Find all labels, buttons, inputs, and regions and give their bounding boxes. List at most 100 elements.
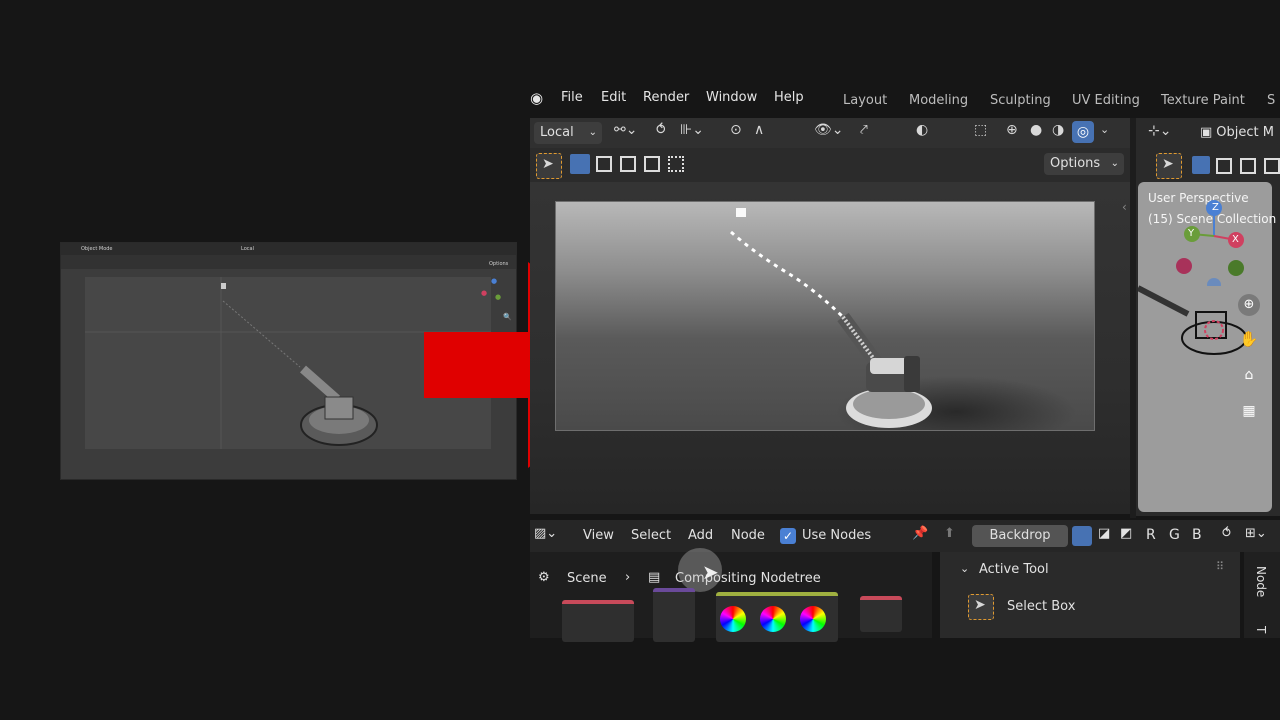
right-select-new-icon[interactable] — [1192, 156, 1210, 174]
ortho-grid-icon[interactable]: ▦ — [1238, 400, 1260, 422]
proportional-edit-icon[interactable]: ⊙ — [730, 122, 742, 138]
select-subtract-icon[interactable] — [620, 156, 636, 172]
right-select-tool-button[interactable]: ➤ — [1156, 153, 1182, 179]
secondary-3d-viewport[interactable]: User Perspective (15) Scene Collection Z… — [1138, 182, 1276, 512]
node-menu-view[interactable]: View — [583, 528, 614, 543]
color-balance-node[interactable] — [716, 592, 838, 642]
color-wheel-icon[interactable] — [800, 606, 826, 632]
right-select-extend-icon[interactable] — [1216, 158, 1232, 174]
channel-g-toggle[interactable]: G — [1169, 527, 1180, 543]
workspace-tab-modeling[interactable]: Modeling — [909, 93, 968, 108]
right-select-subtract-icon[interactable] — [1240, 158, 1256, 174]
object-mode-icon: ▣ — [1200, 125, 1213, 140]
render-layers-node[interactable] — [562, 600, 634, 642]
node-editor-canvas[interactable]: ⚙ Scene › ▤ Compositing Nodetree ➤ — [530, 548, 932, 642]
right-select-invert-icon[interactable] — [1264, 158, 1280, 174]
select-tool-button[interactable]: ➤ — [536, 153, 562, 179]
breadcrumb-scene[interactable]: Scene — [567, 571, 607, 586]
gizmo-y-label: Y — [1188, 228, 1195, 239]
xray-icon[interactable]: ⬚ — [974, 122, 987, 138]
workspace-tab-texture-paint[interactable]: Texture Paint — [1161, 93, 1245, 108]
backdrop-channel-mask-icon[interactable]: ◩ — [1120, 526, 1132, 541]
backdrop-label: Backdrop — [989, 528, 1051, 543]
active-tool-select-box-icon[interactable]: ➤ — [968, 594, 994, 620]
mouse-cursor-icon: ➤ — [702, 560, 719, 584]
node-menu-add[interactable]: Add — [688, 528, 713, 543]
pivot-point-icon[interactable]: ⚯⌄ — [614, 122, 637, 138]
workspace-tab-uv-editing[interactable]: UV Editing — [1072, 93, 1140, 108]
transform-orientation-dropdown[interactable]: Local ⌄ — [534, 122, 602, 144]
navigation-gizmo[interactable] — [1174, 196, 1264, 286]
snap-icon[interactable]: ⥀ — [1222, 526, 1231, 541]
blender-logo-icon[interactable]: ◉ — [530, 89, 543, 107]
backdrop-toggle-button[interactable]: Backdrop — [972, 525, 1068, 547]
select-box-label: Select Box — [1007, 599, 1076, 614]
gizmo-icon[interactable]: ⤤ — [860, 122, 868, 138]
parent-node-tree-icon[interactable]: ⬆ — [944, 526, 955, 541]
rendered-shading-icon[interactable]: ◎ — [1072, 121, 1094, 143]
node-editor-header-right: ⬆ Backdrop ◪ ◩ R G B ⥀ ⊞⌄ — [940, 520, 1280, 552]
backdrop-channel-alpha-icon[interactable]: ◪ — [1098, 526, 1110, 541]
pan-hand-icon[interactable]: ✋ — [1238, 328, 1260, 350]
orientation-label: Local — [540, 125, 574, 140]
camera-view-icon[interactable]: ⌂ — [1238, 364, 1260, 386]
node-menu-select[interactable]: Select — [631, 528, 671, 543]
select-new-icon[interactable] — [570, 154, 590, 174]
active-tool-title: Active Tool — [979, 562, 1049, 577]
falloff-icon[interactable]: ∧ — [754, 122, 764, 138]
zoom-icon[interactable]: ⊕ — [1238, 294, 1260, 316]
composite-node[interactable] — [860, 596, 902, 632]
menu-file[interactable]: File — [561, 90, 583, 105]
options-label: Options — [1050, 156, 1101, 171]
glare-node[interactable] — [653, 588, 695, 642]
breadcrumb-separator-icon: › — [625, 570, 631, 585]
snap-increment-icon[interactable]: ⊪⌄ — [680, 122, 704, 138]
channel-r-toggle[interactable]: R — [1146, 527, 1156, 543]
snap-target-icon[interactable]: ⊞⌄ — [1245, 526, 1267, 541]
viewport-tool-row: ➤ Options ⌄ — [530, 148, 1130, 182]
object-mode-label: Object M — [1216, 125, 1274, 140]
menu-render[interactable]: Render — [643, 90, 689, 105]
wireframe-shading-icon[interactable]: ⊕ — [1006, 122, 1018, 138]
mini-scene-drawing — [1138, 285, 1247, 355]
sidebar-toggle-icon[interactable]: ‹ — [1122, 200, 1127, 214]
drag-handle-icon[interactable]: ⠿ — [1216, 560, 1224, 573]
color-wheel-icon[interactable] — [720, 606, 746, 632]
tab-node[interactable]: Node — [1254, 566, 1268, 597]
camera-render-frame — [555, 201, 1095, 448]
material-shading-icon[interactable]: ◑ — [1052, 122, 1064, 138]
nodetree-icon: ▤ — [648, 570, 661, 585]
snap-icon[interactable]: ⥀ — [656, 122, 666, 138]
options-dropdown[interactable]: Options ⌄ — [1044, 153, 1124, 175]
editor-type-icon[interactable]: ⊹⌄ — [1148, 123, 1171, 139]
gizmo-z-label: Z — [1212, 202, 1219, 213]
menu-window[interactable]: Window — [706, 90, 757, 105]
workspace-tab-more[interactable]: S — [1267, 93, 1275, 108]
cursor-arrow-icon: ➤ — [974, 597, 986, 613]
node-menu-node[interactable]: Node — [731, 528, 765, 543]
channel-b-toggle[interactable]: B — [1192, 527, 1202, 543]
overlays-icon[interactable]: ◐ — [916, 122, 928, 138]
menu-help[interactable]: Help — [774, 90, 804, 105]
object-mode-dropdown[interactable]: ▣ Object M — [1194, 122, 1280, 144]
editor-type-icon[interactable]: ▨⌄ — [534, 526, 557, 541]
sidebar-tabs: Node T — [1244, 552, 1280, 638]
menu-edit[interactable]: Edit — [601, 90, 626, 105]
thumb-orientation-label: Local — [241, 246, 254, 252]
workspace-tab-layout[interactable]: Layout — [843, 93, 887, 108]
solid-shading-icon[interactable]: ● — [1030, 122, 1042, 138]
tab-tool[interactable]: T — [1254, 626, 1268, 633]
select-extend-icon[interactable] — [596, 156, 612, 172]
node-sidebar-panel: ⌄ Active Tool ⠿ ➤ Select Box — [940, 552, 1240, 638]
panel-collapse-icon[interactable]: ⌄ — [960, 562, 969, 575]
color-wheel-icon[interactable] — [760, 606, 786, 632]
pin-icon[interactable]: 📌 — [912, 526, 928, 541]
shading-options-chevron-icon[interactable]: ⌄ — [1100, 123, 1109, 136]
select-intersect-icon[interactable] — [668, 156, 684, 172]
select-invert-icon[interactable] — [644, 156, 660, 172]
use-nodes-checkbox[interactable]: ✓ — [780, 528, 796, 544]
thumb-mode-label: Object Mode — [81, 246, 113, 252]
backdrop-channel-color-icon[interactable] — [1072, 526, 1092, 546]
workspace-tab-sculpting[interactable]: Sculpting — [990, 93, 1051, 108]
visibility-eye-icon[interactable]: 👁⌄ — [814, 122, 844, 138]
